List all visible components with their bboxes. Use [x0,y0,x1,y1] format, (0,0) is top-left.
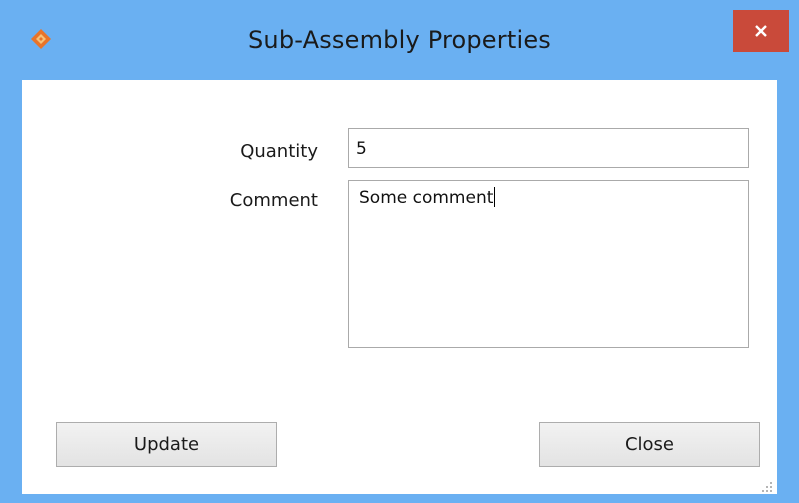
quantity-value: 5 [356,139,367,159]
comment-value: Some comment [359,188,494,208]
window-title: Sub-Assembly Properties [247,26,551,54]
comment-label: Comment [229,190,318,211]
dialog-body: Quantity 5 Comment Some comment Update C… [22,80,777,494]
title-bar[interactable]: Sub-Assembly Properties [0,0,799,80]
window-close-button[interactable] [733,10,789,52]
close-icon [754,24,768,38]
update-button[interactable]: Update [56,422,277,467]
quantity-label: Quantity [240,141,318,162]
resize-grip-icon[interactable] [761,478,773,492]
comment-textarea[interactable]: Some comment [348,180,749,348]
close-button[interactable]: Close [539,422,760,467]
text-caret [494,187,496,207]
quantity-input[interactable]: 5 [348,128,749,168]
dialog-window: Sub-Assembly Properties Quantity 5 Comme… [0,0,799,503]
